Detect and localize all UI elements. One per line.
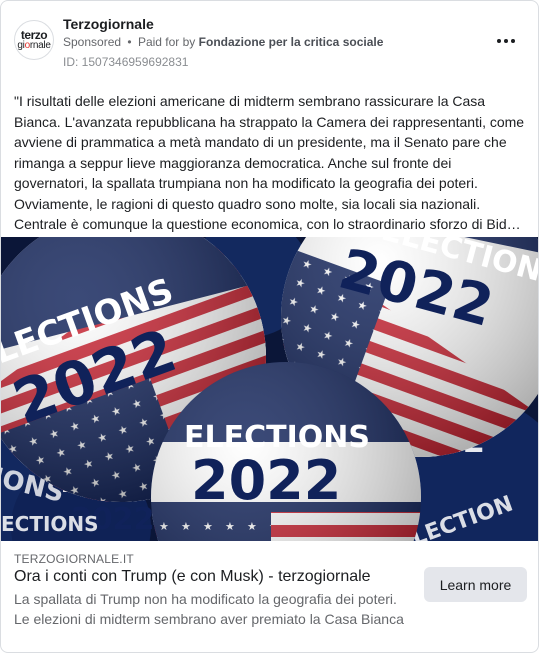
separator-dot: •: [127, 35, 132, 49]
sponsored-post-card: terzo giornale Terzogiornale Sponsored •…: [0, 0, 539, 653]
body-line: rimanga a seppur lieve maggioranza democ…: [14, 154, 452, 171]
svg-text:ECTIONS: ECTIONS: [1, 512, 99, 536]
ad-image[interactable]: ★ IONS ELECTION 2022 ECTIONS ELECTION: [1, 237, 538, 541]
paid-for-prefix: Paid for by: [137, 35, 196, 49]
link-headline[interactable]: Ora i conti con Trump (e con Musk) - ter…: [14, 568, 371, 586]
media-year-3: 2022: [191, 449, 341, 512]
more-options-icon[interactable]: [494, 31, 518, 51]
learn-more-button[interactable]: Learn more: [424, 567, 527, 602]
link-domain: TERZOGIORNALE.IT: [14, 552, 134, 566]
link-description: La spallata di Trump non ha modificato l…: [14, 591, 404, 627]
body-line: Centrale è comunque la questione economi…: [14, 216, 526, 232]
avatar-logo-line2: giornale: [17, 39, 51, 51]
body-line: Bianca. L'avanzata repubblicana ha strap…: [14, 113, 525, 130]
post-body-text: "I risultati delle elezioni americane di…: [14, 91, 526, 235]
advertiser-name[interactable]: Terzogiornale: [63, 16, 154, 32]
ad-id: ID: 1507346959692831: [63, 55, 189, 69]
sponsored-label: Sponsored: [63, 35, 122, 49]
election-buttons-image: ★ IONS ELECTION 2022 ECTIONS ELECTION: [1, 237, 538, 541]
post-header: terzo giornale Terzogiornale Sponsored •…: [1, 1, 538, 81]
body-line: governatori, la spallata trumpiana non h…: [14, 175, 478, 191]
sponsored-line: Sponsored • Paid for by Fondazione per l…: [63, 35, 383, 49]
paid-by-name[interactable]: Fondazione per la critica sociale: [199, 35, 384, 49]
body-line: avviene di prammatica a metà mandato di …: [14, 134, 507, 150]
body-line: "I risultati delle elezioni americane di…: [14, 93, 486, 109]
link-preview[interactable]: TERZOGIORNALE.IT Ora i conti con Trump (…: [1, 541, 538, 652]
advertiser-avatar[interactable]: terzo giornale: [14, 20, 54, 60]
body-line: Ovviamente, le ragioni di questo quadro …: [14, 195, 481, 212]
